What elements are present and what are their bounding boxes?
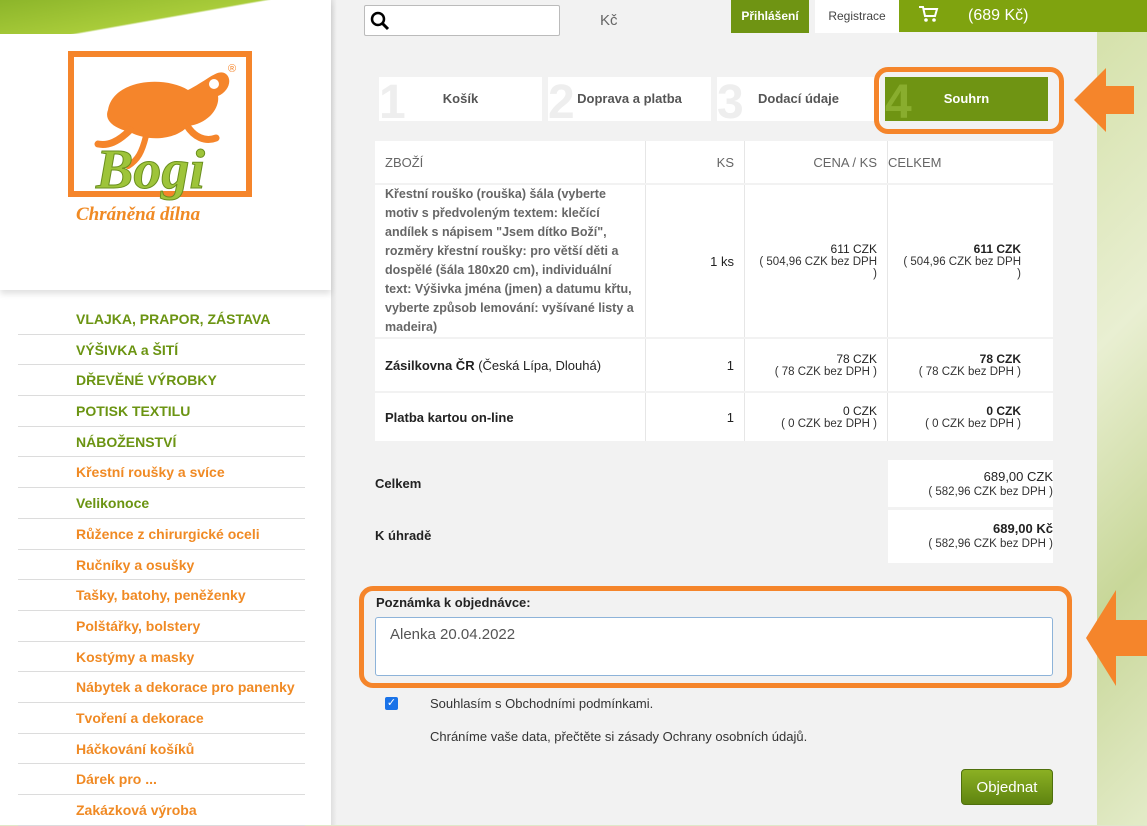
step-number: 3 [717, 77, 744, 121]
item-total: 0 CZK ( 0 CZK bez DPH ) [888, 393, 1053, 441]
category-menu-item[interactable]: Tašky, batohy, peněženky [18, 580, 305, 611]
due-label: K úhradě [375, 528, 432, 543]
step-highlight [874, 67, 1064, 134]
total-box: 689,00 CZK ( 582,96 CZK bez DPH ) [888, 460, 1053, 507]
col-unit-price: CENA / KS [745, 141, 888, 183]
step-delivery-details[interactable]: 3 Dodací údaje [717, 77, 880, 121]
shipping-detail: (Česká Lípa, Dlouhá) [474, 357, 602, 373]
total-price-net: ( 78 CZK bez DPH ) [918, 366, 1021, 378]
category-menu-item[interactable]: VLAJKA, PRAPOR, ZÁSTAVA [18, 304, 305, 335]
category-menu-item[interactable]: Dárek pro ... [18, 764, 305, 795]
item-total: 78 CZK ( 78 CZK bez DPH ) [888, 339, 1053, 391]
step-cart[interactable]: 1 Košík [379, 77, 542, 121]
col-item: ZBOŽÍ [375, 141, 646, 183]
cart-icon [919, 6, 939, 22]
total-price: 611 CZK [973, 242, 1021, 256]
search-input[interactable] [364, 5, 560, 36]
terms-label[interactable]: Souhlasím s Obchodními podmínkami. [430, 696, 653, 711]
unit-price-net: ( 78 CZK bez DPH ) [774, 366, 877, 378]
left-column: ® Bogi Chráněná dílna VLAJKA, PRAPOR, ZÁ… [0, 0, 331, 826]
cart-total: (689 Kč) [968, 7, 1029, 24]
item-total: 611 CZK ( 504,96 CZK bez DPH ) [888, 185, 1053, 337]
category-menu-item[interactable]: DŘEVĚNÉ VÝROBKY [18, 365, 305, 397]
logo-registered: ® [228, 63, 236, 75]
total-label: Celkem [375, 476, 422, 491]
category-menu-item[interactable]: Zakázková výroba [18, 795, 305, 826]
step-label: Dodací údaje [758, 91, 839, 106]
category-menu-item[interactable]: Velikonoce [18, 488, 305, 519]
category-menu-item[interactable]: Ručníky a osušky [18, 550, 305, 581]
step-number: 1 [379, 77, 406, 121]
header-strip [1097, 0, 1147, 32]
table-row: Zásilkovna ČR (Česká Lípa, Dlouhá) 1 78 … [375, 339, 1053, 391]
total-price-net: ( 504,96 CZK bez DPH ) [903, 256, 1021, 280]
item-unit-price: 611 CZK ( 504,96 CZK bez DPH ) [745, 185, 888, 337]
logo-area: ® Bogi Chráněná dílna [0, 0, 331, 290]
shipping-name: Zásilkovna ČR [385, 357, 475, 373]
total-price-net: ( 0 CZK bez DPH ) [925, 418, 1021, 430]
item-unit-price: 0 CZK ( 0 CZK bez DPH ) [745, 393, 888, 441]
due-net: ( 582,96 CZK bez DPH ) [928, 538, 1053, 550]
category-menu-item[interactable]: Nábytek a dekorace pro panenky [18, 672, 305, 703]
logo-tagline: Chráněná dílna [76, 204, 201, 225]
search-icon[interactable] [370, 11, 390, 31]
due-box: 689,00 Kč ( 582,96 CZK bez DPH ) [888, 510, 1053, 563]
col-qty: KS [646, 141, 745, 183]
header-strip [0, 0, 331, 34]
bogi-logo[interactable]: ® Bogi Chráněná dílna [68, 50, 254, 226]
total-net: ( 582,96 CZK bez DPH ) [928, 486, 1053, 498]
unit-price: 611 CZK [830, 242, 877, 256]
unit-price: 78 CZK [836, 352, 877, 366]
category-menu-item[interactable]: Růžence z chirurgické oceli [18, 519, 305, 550]
register-button[interactable]: Registrace [815, 0, 899, 33]
cart-button[interactable]: (689 Kč) [899, 0, 1097, 32]
unit-price-net: ( 0 CZK bez DPH ) [781, 418, 877, 430]
privacy-notice[interactable]: Chráníme vaše data, přečtěte si zásady O… [430, 729, 807, 744]
step-label: Doprava a platba [577, 91, 682, 106]
item-qty: 1 [646, 393, 745, 441]
table-header-row: ZBOŽÍ KS CENA / KS CELKEM [375, 141, 1053, 183]
login-button[interactable]: Přihlášení [731, 0, 809, 33]
step-shipping-payment[interactable]: 2 Doprava a platba [548, 77, 711, 121]
category-menu-item[interactable]: NÁBOŽENSTVÍ [18, 427, 305, 458]
category-menu: VLAJKA, PRAPOR, ZÁSTAVA VÝŠIVKA a ŠITÍ DŘE… [18, 304, 305, 826]
category-menu-item[interactable]: Tvoření a dekorace [18, 703, 305, 734]
order-button[interactable]: Objednat [961, 769, 1053, 805]
due-value: 689,00 Kč [993, 521, 1053, 536]
category-menu-item[interactable]: POTISK TEXTILU [18, 396, 305, 427]
table-row: Křestní rouško (rouška) šála (vyberte mo… [375, 185, 1053, 337]
terms-checkbox[interactable]: ✓ [385, 697, 398, 710]
category-menu-item[interactable]: VÝŠIVKA a ŠITÍ [18, 335, 305, 366]
total-price: 0 CZK [986, 404, 1021, 418]
item-qty: 1 [646, 339, 745, 391]
payment-name: Platba kartou on-line [385, 409, 514, 425]
note-highlight [359, 586, 1072, 688]
item-qty: 1 ks [646, 185, 745, 337]
table-row: Platba kartou on-line 1 0 CZK ( 0 CZK be… [375, 393, 1053, 441]
step-number: 2 [548, 77, 575, 121]
order-summary-table: ZBOŽÍ KS CENA / KS CELKEM Křestní rouško… [375, 139, 1053, 443]
arrow-left-icon [1074, 68, 1134, 132]
item-name: Křestní rouško (rouška) šála (vyberte mo… [375, 185, 646, 337]
logo-brand: Bogi [95, 139, 205, 201]
category-menu-item[interactable]: Polštářky, bolstery [18, 611, 305, 642]
column-shadow [331, 0, 337, 825]
category-menu-item[interactable]: Háčkování košíků [18, 734, 305, 765]
category-menu-item[interactable]: Křestní roušky a svíce [18, 457, 305, 489]
col-total: CELKEM [888, 141, 1053, 183]
total-value: 689,00 CZK [983, 469, 1053, 484]
item-unit-price: 78 CZK ( 78 CZK bez DPH ) [745, 339, 888, 391]
total-price: 78 CZK [979, 352, 1021, 366]
arrow-left-icon [1086, 590, 1147, 686]
step-label: Košík [442, 91, 479, 106]
unit-price-net: ( 504,96 CZK bez DPH ) [759, 256, 877, 280]
unit-price: 0 CZK [842, 404, 877, 418]
item-name: Platba kartou on-line [375, 393, 646, 441]
item-name: Zásilkovna ČR (Česká Lípa, Dlouhá) [375, 339, 646, 391]
category-menu-item[interactable]: Kostýmy a masky [18, 642, 305, 673]
currency-selector[interactable]: Kč [600, 12, 618, 29]
